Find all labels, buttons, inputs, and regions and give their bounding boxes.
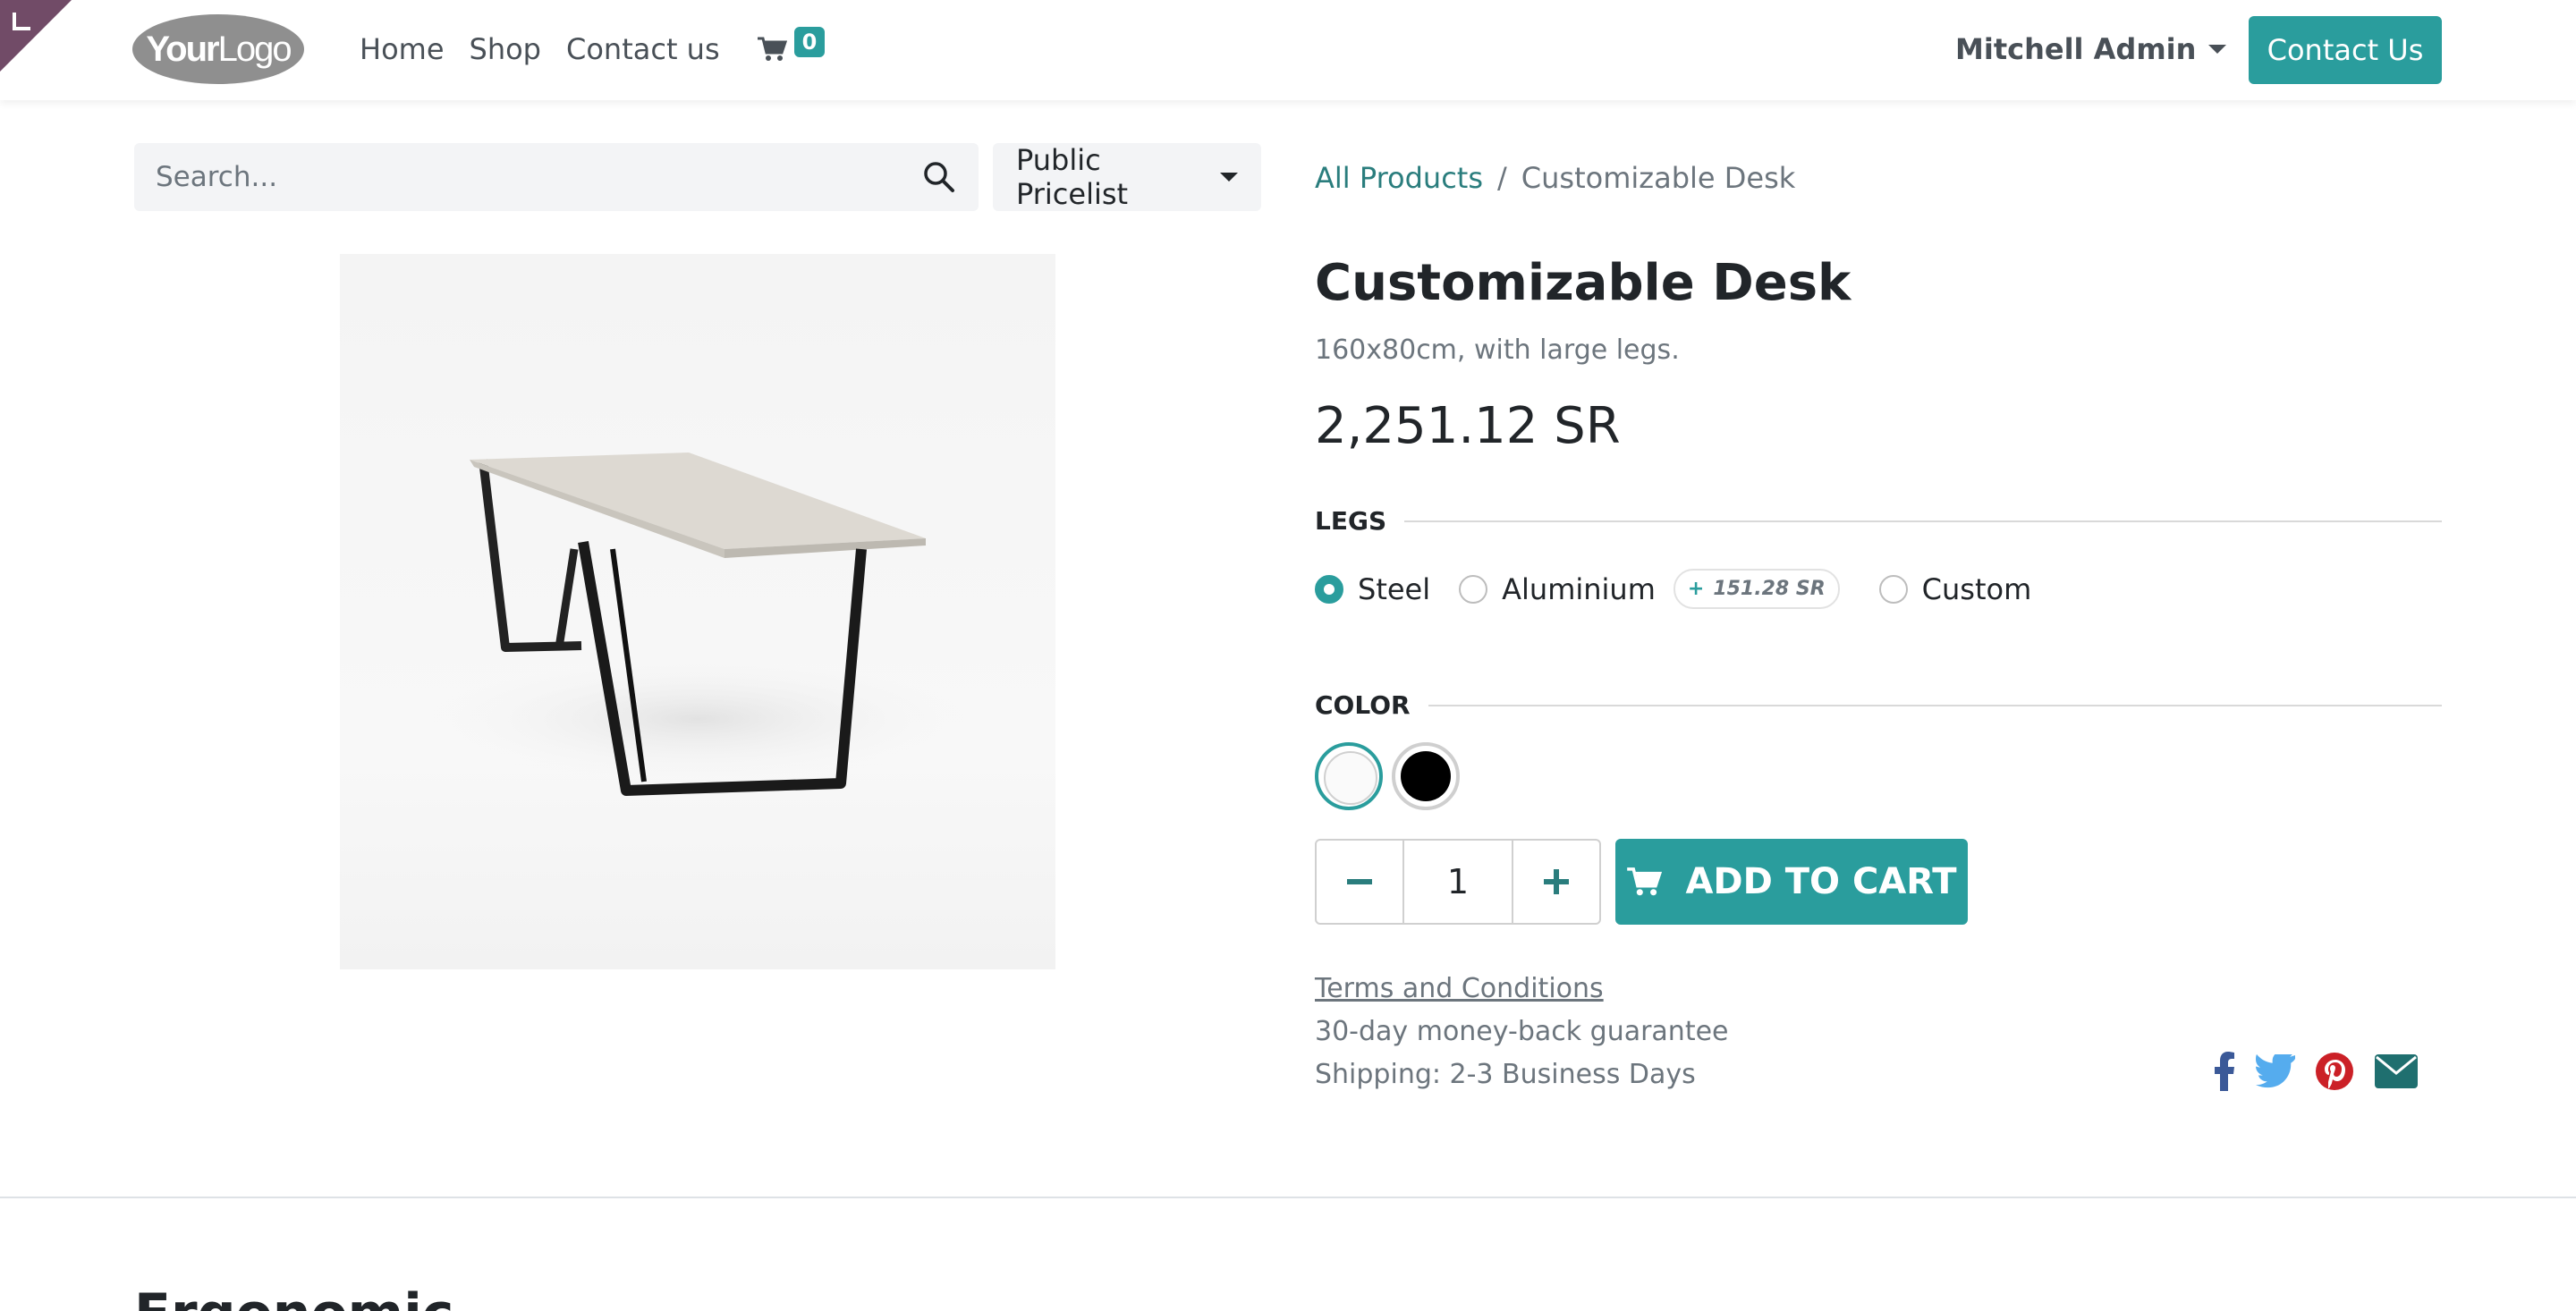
nav-shop[interactable]: Shop <box>470 32 541 66</box>
main-nav: Home Shop Contact us <box>360 32 720 66</box>
breadcrumb-current: Customizable Desk <box>1521 161 1796 195</box>
pricelist-label: Public Pricelist <box>1016 143 1129 211</box>
site-logo[interactable]: YourLogo <box>132 14 304 84</box>
site-header: YourLogo Home Shop Contact us 0 Mitchell… <box>0 0 2576 100</box>
corner-mark-icon <box>13 13 30 30</box>
option-aluminium[interactable]: Aluminium <box>1459 572 1656 606</box>
contact-us-button[interactable]: Contact Us <box>2249 16 2442 84</box>
social-share <box>2213 1052 2419 1091</box>
nav-home[interactable]: Home <box>360 32 445 66</box>
edit-corner-badge[interactable] <box>0 0 72 72</box>
plus-sign: + <box>1687 578 1705 600</box>
user-name: Mitchell Admin <box>1955 32 2197 66</box>
desk-illustration <box>429 453 966 796</box>
section-divider <box>0 1197 2576 1198</box>
color-swatch-white[interactable] <box>1315 742 1383 810</box>
decrease-quantity-button[interactable] <box>1317 841 1402 923</box>
logo-text: Logo <box>217 29 292 69</box>
add-to-cart-button[interactable]: ADD TO CART <box>1615 839 1968 925</box>
terms-link[interactable]: Terms and Conditions <box>1315 973 1604 1004</box>
twitter-icon[interactable] <box>2256 1054 2295 1088</box>
section-heading: Ergonomic <box>134 1282 453 1311</box>
price-extra-badge: +151.28 SR <box>1673 569 1840 609</box>
option-steel-label: Steel <box>1358 571 1431 606</box>
user-menu[interactable]: Mitchell Admin <box>1955 32 2227 66</box>
product-image[interactable] <box>340 254 1055 969</box>
price-extra-value: 151.28 SR <box>1713 578 1826 600</box>
option-steel[interactable]: Steel <box>1315 572 1430 606</box>
color-label: COLOR <box>1315 690 1411 720</box>
legs-label: LEGS <box>1315 506 1387 536</box>
facebook-icon[interactable] <box>2213 1052 2236 1091</box>
email-icon[interactable] <box>2374 1053 2419 1089</box>
option-custom[interactable]: Custom <box>1878 571 2032 606</box>
shipping-text: Shipping: 2-3 Business Days <box>1315 1059 1696 1090</box>
radio-steel[interactable] <box>1315 574 1343 604</box>
color-attribute-header: COLOR <box>1315 690 2442 720</box>
legs-attribute-header: LEGS <box>1315 506 2442 536</box>
chevron-down-icon <box>2208 45 2227 54</box>
quantity-stepper: 1 <box>1315 839 1601 925</box>
guarantee-text: 30-day money-back guarantee <box>1315 1016 1729 1047</box>
option-custom-label: Custom <box>1921 571 2032 606</box>
cart-icon <box>1627 867 1663 896</box>
search-placeholder: Search... <box>156 161 278 193</box>
cart-count-badge: 0 <box>794 27 825 57</box>
search-input[interactable]: Search... <box>134 143 979 211</box>
legs-options: Steel Aluminium +151.28 SR Custom <box>1315 569 2060 609</box>
product-description: 160x80cm, with large legs. <box>1315 334 1680 366</box>
divider <box>1428 704 2442 706</box>
breadcrumb: All Products / Customizable Desk <box>1315 161 1795 195</box>
corner-triangle <box>0 0 72 72</box>
radio-custom[interactable] <box>1878 574 1908 604</box>
pricelist-dropdown[interactable]: Public Pricelist <box>993 143 1261 211</box>
logo-text-bold: Your <box>146 29 219 69</box>
product-price: 2,251.12 SR <box>1315 397 1621 455</box>
quantity-input[interactable]: 1 <box>1402 841 1513 923</box>
radio-aluminium[interactable] <box>1459 574 1488 604</box>
cart-icon <box>758 37 787 61</box>
option-aluminium-label: Aluminium <box>1502 571 1656 606</box>
plus-icon <box>1544 869 1569 894</box>
divider <box>1404 520 2442 522</box>
breadcrumb-separator: / <box>1497 161 1507 195</box>
product-title: Customizable Desk <box>1315 254 1852 312</box>
search-icon[interactable] <box>921 159 957 195</box>
breadcrumb-all-products[interactable]: All Products <box>1315 161 1483 195</box>
add-to-cart-label: ADD TO CART <box>1685 861 1957 902</box>
color-swatch-black[interactable] <box>1392 742 1460 810</box>
nav-contact-us[interactable]: Contact us <box>566 32 720 66</box>
minus-icon <box>1347 879 1372 884</box>
increase-quantity-button[interactable] <box>1513 841 1599 923</box>
pinterest-icon[interactable] <box>2315 1052 2354 1091</box>
chevron-down-icon <box>1220 173 1238 182</box>
